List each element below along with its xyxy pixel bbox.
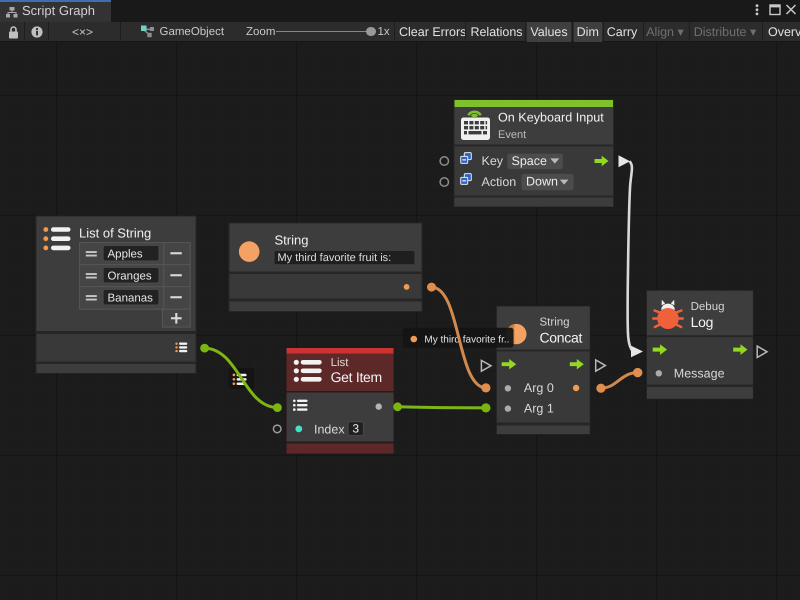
svg-text:Bananas: Bananas [108,292,154,304]
svg-text:Debug: Debug [691,301,725,313]
svg-text:My third favorite fruit is:: My third favorite fruit is: [278,252,392,264]
svg-text:Down: Down [526,175,558,189]
svg-text:Concat: Concat [540,329,583,345]
svg-text:Space: Space [512,154,547,168]
svg-text:Arg 1: Arg 1 [524,402,554,416]
svg-text:3: 3 [352,421,359,435]
svg-text:Log: Log [691,314,713,330]
svg-text:String: String [275,232,309,247]
svg-text:Event: Event [498,129,526,141]
svg-text:Apples: Apples [108,248,143,260]
svg-text:Message: Message [674,366,725,380]
svg-text:List of String: List of String [79,226,151,241]
svg-text:Arg 0: Arg 0 [524,381,554,395]
svg-text:Oranges: Oranges [108,270,152,282]
svg-text:On Keyboard Input: On Keyboard Input [498,111,604,125]
svg-text:List: List [331,357,350,369]
svg-text:String: String [540,317,570,329]
svg-text:Index: Index [314,422,345,436]
svg-text:Key: Key [482,154,504,168]
svg-text:Get Item: Get Item [331,369,382,385]
svg-text:My third favorite fr..: My third favorite fr.. [424,334,509,345]
svg-text:Action: Action [482,175,517,189]
